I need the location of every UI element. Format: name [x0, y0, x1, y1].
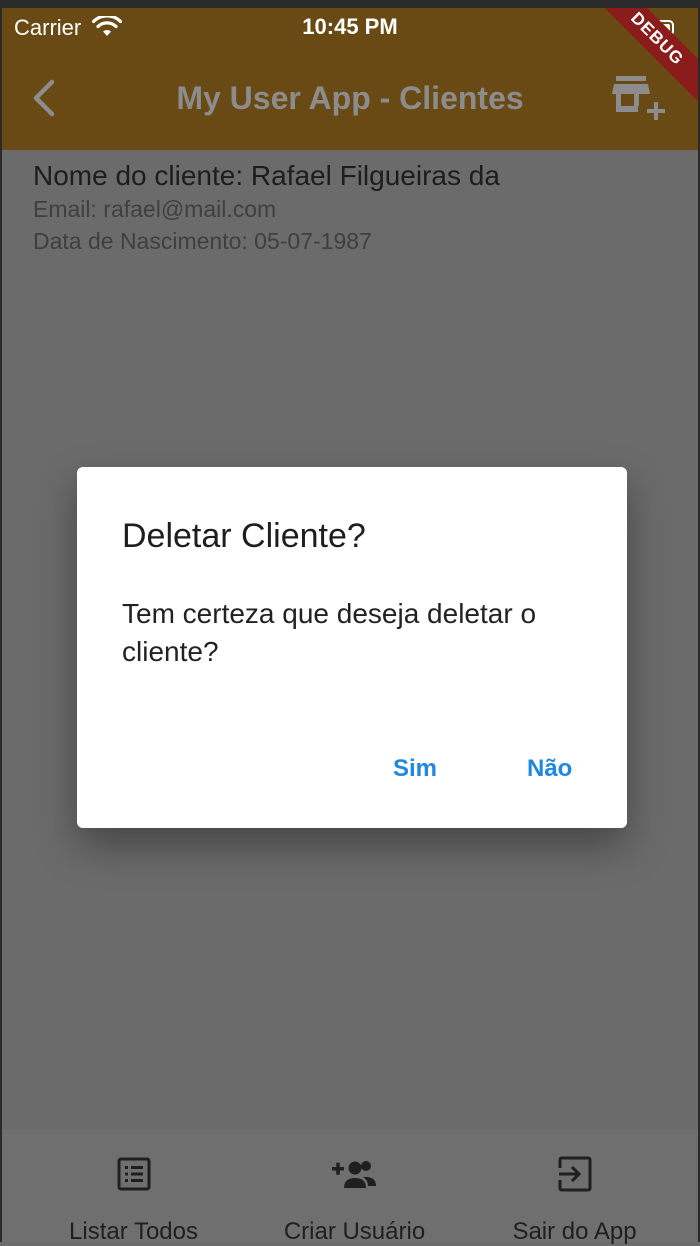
- confirm-no-button[interactable]: Não: [519, 747, 580, 791]
- status-bar: Carrier 10:45 PM: [0, 8, 700, 48]
- nav-item-exit[interactable]: Sair do App: [458, 1130, 691, 1245]
- nav-item-list-all[interactable]: Listar Todos: [17, 1130, 250, 1245]
- client-birth-date: Data de Nascimento: 05-07-1987: [33, 228, 372, 254]
- page-title: My User App - Clientes: [176, 80, 524, 116]
- exit-icon: [557, 1156, 593, 1197]
- nav-item-create-user[interactable]: Criar Usuário: [238, 1130, 471, 1245]
- dialog-title: Deletar Cliente?: [122, 517, 366, 555]
- confirm-yes-button[interactable]: Sim: [385, 747, 445, 791]
- add-store-icon: [612, 76, 665, 120]
- add-group-icon: [331, 1156, 378, 1197]
- list-icon: [116, 1156, 152, 1197]
- bottom-navigation: Listar Todos Criar Usuário Sair do App: [0, 1130, 700, 1245]
- delete-confirm-dialog: Deletar Cliente? Tem certeza que deseja …: [77, 467, 627, 828]
- app-bar: Carrier 10:45 PM My User App - Clientes …: [0, 0, 700, 150]
- client-name: Nome do cliente: Rafael Filgueiras da: [33, 160, 500, 191]
- add-store-button[interactable]: [610, 72, 670, 126]
- clock: 10:45 PM: [302, 14, 398, 39]
- dialog-message: Tem certeza que deseja deletar o cliente…: [122, 598, 537, 667]
- client-email: Email: rafael@mail.com: [33, 196, 277, 222]
